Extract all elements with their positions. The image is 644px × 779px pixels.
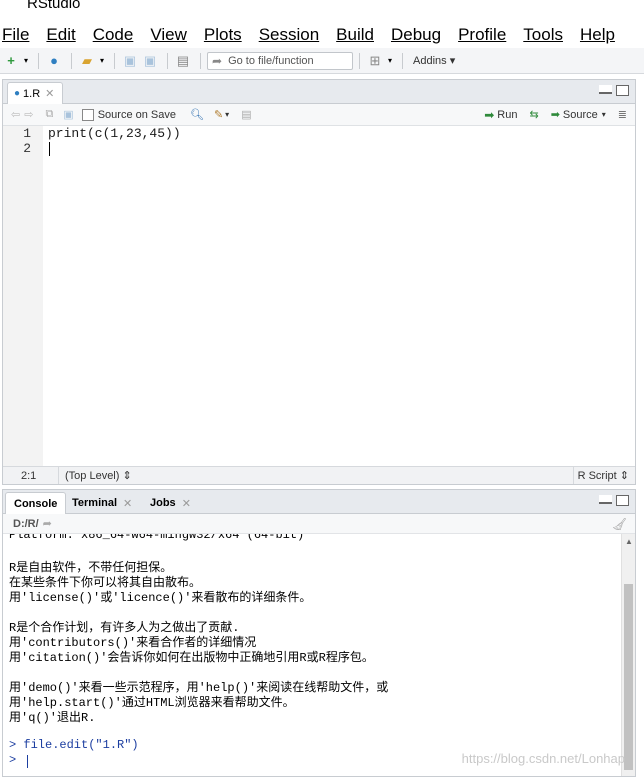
pane-controls: [595, 495, 629, 506]
menu-edit[interactable]: Edit: [46, 25, 75, 45]
run-button[interactable]: Run: [497, 109, 517, 121]
close-icon[interactable]: ✕: [182, 497, 191, 510]
rerun-icon[interactable]: ⇆: [529, 108, 538, 121]
dropdown-arrow-icon[interactable]: ▾: [225, 110, 229, 119]
tab-jobs[interactable]: Jobs ✕: [141, 492, 200, 514]
new-file-icon[interactable]: +: [2, 52, 20, 70]
source-editor-pane: ● 1.R ✕ ⇦ ⇨ ⧉ ▣ Source on Save 🔍︎ ✎ ▾ ▤ …: [2, 79, 636, 485]
save-all-icon[interactable]: ▣: [141, 52, 159, 70]
minimize-icon[interactable]: [599, 85, 612, 94]
separator: [71, 52, 72, 69]
console-caret: [27, 755, 28, 768]
app-title: RStudio: [27, 0, 81, 12]
outline-icon[interactable]: ≣: [618, 108, 627, 121]
new-project-icon[interactable]: ●: [45, 52, 63, 70]
goto-file-function-input[interactable]: ➦ Go to file/function: [207, 51, 353, 70]
code-line[interactable]: print(c(1,23,45)): [48, 126, 181, 141]
source-button[interactable]: Source: [563, 109, 598, 121]
console-scrollbar[interactable]: ▲: [621, 534, 635, 776]
search-icon[interactable]: 🔍︎: [190, 108, 204, 121]
maximize-icon[interactable]: [616, 85, 629, 96]
tab-terminal[interactable]: Terminal ✕: [63, 492, 141, 514]
console-prompt[interactable]: >: [9, 753, 23, 767]
tab-console[interactable]: Console: [5, 492, 67, 514]
separator: [200, 52, 201, 69]
tab-1r[interactable]: ● 1.R ✕: [7, 82, 63, 104]
goto-placeholder: Go to file/function: [228, 54, 314, 67]
console-pane: Console Terminal ✕ Jobs ✕ D:/R/ ➦ 🧹︎ Platf…: [2, 489, 636, 777]
scope-selector[interactable]: (Top Level) ⇕: [59, 469, 132, 482]
minimize-icon[interactable]: [599, 495, 612, 504]
menu-code[interactable]: Code: [93, 25, 134, 45]
dropdown-arrow-icon[interactable]: ▾: [602, 110, 606, 119]
line-number: 2: [23, 141, 31, 156]
console-line: Platform: x86_64-w64-mingw32/x64 (64-bit…: [9, 534, 305, 542]
magic-wand-icon[interactable]: ✎: [214, 108, 223, 121]
run-group: ➡ Run ⇆ ➡ Source ▾ ≣: [484, 108, 635, 122]
compile-report-icon[interactable]: ▤: [241, 108, 251, 121]
console-output[interactable]: Platform: x86_64-w64-mingw32/x64 (64-bit…: [3, 534, 621, 776]
line-number: 1: [23, 126, 31, 141]
separator: [402, 52, 403, 69]
console-line: 用'citation()'会告诉你如何在出版物中正确地引用R或R程序包。: [9, 651, 374, 665]
menu-plots[interactable]: Plots: [204, 25, 242, 45]
forward-arrow-icon[interactable]: ⇨: [24, 108, 33, 121]
working-directory-bar: D:/R/ ➦ 🧹︎: [3, 514, 635, 534]
menu-file[interactable]: File: [2, 25, 29, 45]
title-bar: RStudio: [0, 0, 644, 22]
r-file-icon: ●: [14, 88, 21, 99]
save-icon[interactable]: ▣: [121, 52, 139, 70]
show-in-window-icon[interactable]: ⧉: [45, 108, 53, 121]
open-folder-icon[interactable]: ▰: [78, 52, 96, 70]
tab-label: 1.R: [23, 87, 41, 100]
menu-profile[interactable]: Profile: [458, 25, 506, 45]
console-tab-strip: Console Terminal ✕ Jobs ✕: [3, 490, 635, 514]
menu-tools[interactable]: Tools: [523, 25, 563, 45]
separator: [114, 52, 115, 69]
separator: [167, 52, 168, 69]
menu-help[interactable]: Help: [580, 25, 615, 45]
menu-build[interactable]: Build: [336, 25, 374, 45]
goto-directory-icon[interactable]: ➦: [43, 517, 52, 530]
scroll-up-icon[interactable]: ▲: [625, 537, 633, 546]
menu-session[interactable]: Session: [259, 25, 319, 45]
source-arrow-icon: ➡: [550, 109, 560, 121]
pane-controls: [595, 85, 629, 96]
main-toolbar: + ▾ ● ▰ ▾ ▣ ▣ ▤ ➦ Go to file/function ⊞ …: [0, 48, 644, 74]
console-line: 用'q()'退出R.: [9, 711, 96, 725]
grid-layout-icon[interactable]: ⊞: [366, 52, 384, 70]
line-number-gutter: 1 2: [3, 126, 43, 466]
watermark: https://blog.csdn.net/Lonhap: [461, 751, 625, 766]
file-type-selector[interactable]: R Script ⇕: [572, 467, 635, 484]
close-icon[interactable]: ✕: [45, 87, 54, 100]
maximize-icon[interactable]: [616, 495, 629, 506]
scrollbar-thumb[interactable]: [624, 584, 633, 770]
back-arrow-icon[interactable]: ⇦: [11, 108, 20, 121]
dropdown-arrow-icon[interactable]: ▾: [386, 52, 394, 70]
console-line: 用'license()'或'licence()'来看散布的详细条件。: [9, 591, 312, 605]
run-arrow-icon: ➡: [484, 107, 495, 122]
addins-menu[interactable]: Addins ▾: [413, 54, 455, 67]
console-command-line: > file.edit("1.R"): [9, 738, 139, 752]
source-on-save-label: Source on Save: [97, 108, 176, 121]
dropdown-arrow-icon[interactable]: ▾: [22, 52, 30, 70]
print-icon[interactable]: ▤: [174, 52, 192, 70]
dropdown-arrow-icon[interactable]: ▾: [98, 52, 106, 70]
cursor-position: 2:1: [3, 467, 59, 484]
editor-tab-strip: ● 1.R ✕: [3, 80, 635, 104]
menu-bar: File Edit Code View Plots Session Build …: [0, 22, 644, 48]
working-directory: D:/R/: [13, 517, 39, 530]
close-icon[interactable]: ✕: [123, 497, 132, 510]
menu-view[interactable]: View: [150, 25, 187, 45]
goto-arrow-icon: ➦: [212, 53, 223, 68]
save-icon[interactable]: ▣: [63, 108, 73, 121]
separator: [359, 52, 360, 69]
clear-console-icon[interactable]: 🧹︎: [612, 517, 627, 531]
separator: [38, 52, 39, 69]
menu-debug[interactable]: Debug: [391, 25, 441, 45]
editor-toolbar: ⇦ ⇨ ⧉ ▣ Source on Save 🔍︎ ✎ ▾ ▤ ➡ Run ⇆ …: [3, 104, 635, 126]
text-caret: [49, 142, 50, 156]
source-on-save-checkbox[interactable]: [81, 108, 94, 121]
editor-status-bar: 2:1 (Top Level) ⇕ R Script ⇕: [3, 466, 635, 484]
